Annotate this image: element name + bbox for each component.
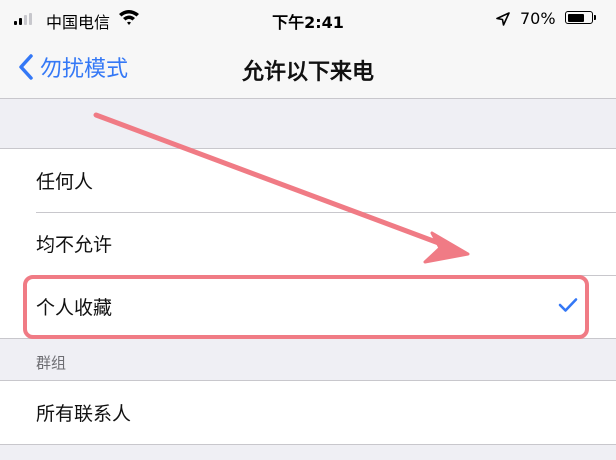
battery-percent: 70% (520, 9, 556, 28)
battery-cap (594, 15, 596, 20)
screen: 中国电信 下午2:41 70% 勿扰模式 允许以下来电 任何人 均不允许 个人收… (0, 0, 616, 460)
battery-icon (565, 11, 593, 24)
battery-fill (567, 13, 584, 22)
allow-calls-list: 任何人 均不允许 个人收藏 (0, 148, 616, 339)
groups-list: 所有联系人 (0, 380, 616, 445)
status-bar: 中国电信 下午2:41 70% (0, 0, 616, 38)
option-label: 个人收藏 (36, 297, 113, 319)
option-label: 任何人 (36, 171, 94, 193)
checkmark-icon (558, 298, 578, 312)
page-title: 允许以下来电 (241, 60, 374, 85)
option-anyone[interactable]: 任何人 (0, 149, 616, 212)
group-label: 所有联系人 (36, 403, 132, 425)
navigation-bar: 勿扰模式 允许以下来电 (0, 38, 616, 99)
section-gap (0, 99, 616, 148)
group-all-contacts[interactable]: 所有联系人 (0, 381, 616, 444)
option-label: 均不允许 (36, 234, 113, 256)
option-no-one[interactable]: 均不允许 (0, 212, 616, 275)
section-header-groups: 群组 (36, 354, 67, 372)
location-icon (496, 11, 510, 30)
option-favorites[interactable]: 个人收藏 (0, 275, 616, 338)
